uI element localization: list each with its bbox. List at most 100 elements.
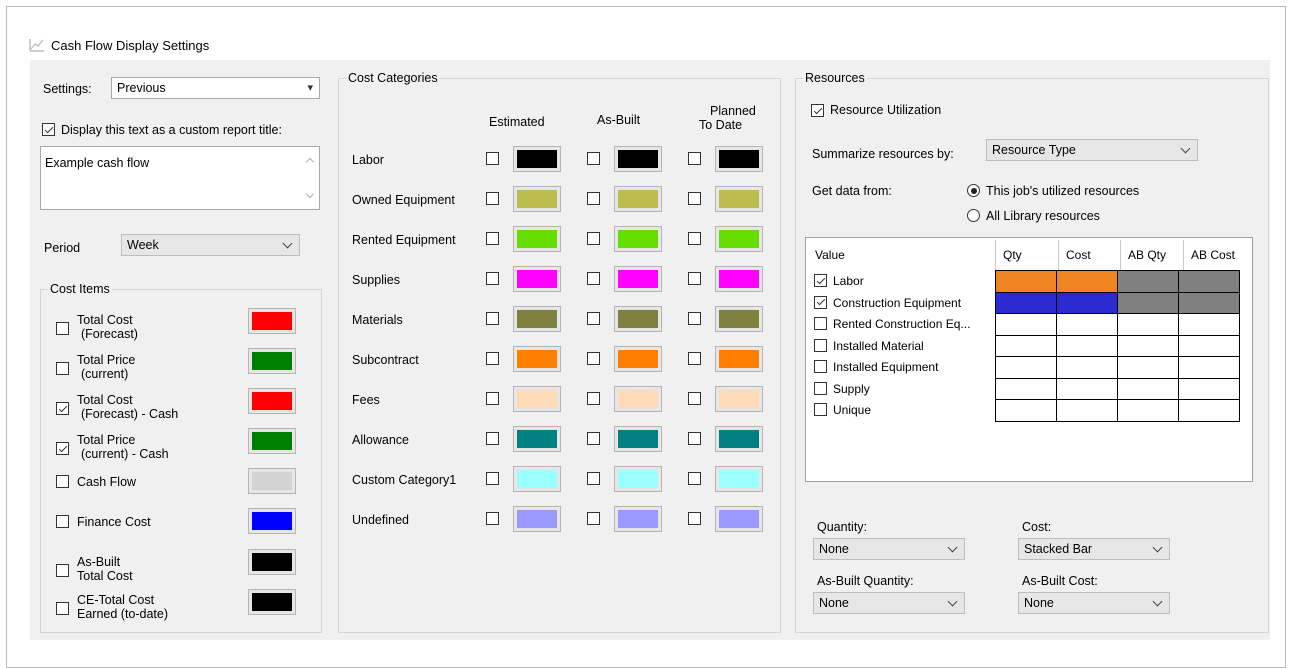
ab-quantity-dropdown[interactable]: None <box>813 592 965 614</box>
cost-item-color-swatch[interactable] <box>248 348 296 374</box>
resource-color-cell[interactable] <box>1056 377 1118 400</box>
category-color-swatch[interactable] <box>513 266 561 292</box>
resource-color-cell[interactable] <box>995 377 1057 400</box>
category-color-swatch[interactable] <box>614 466 662 492</box>
cost-item-checkbox[interactable] <box>56 402 69 415</box>
radio-job-resources[interactable] <box>967 184 980 197</box>
category-checkbox[interactable] <box>486 152 499 165</box>
resource-color-cell[interactable] <box>1117 334 1179 357</box>
category-color-swatch[interactable] <box>715 506 763 532</box>
resource-color-cell[interactable] <box>1178 291 1240 314</box>
category-color-swatch[interactable] <box>513 146 561 172</box>
resource-utilization-checkbox[interactable] <box>811 104 824 117</box>
resource-color-cell[interactable] <box>995 270 1057 293</box>
category-checkbox[interactable] <box>587 392 600 405</box>
category-color-swatch[interactable] <box>715 346 763 372</box>
summarize-dropdown[interactable]: Resource Type <box>986 139 1198 161</box>
category-checkbox[interactable] <box>688 272 701 285</box>
cost-item-checkbox[interactable] <box>56 564 69 577</box>
category-color-swatch[interactable] <box>614 386 662 412</box>
resource-row-checkbox[interactable] <box>814 338 827 352</box>
custom-title-textarea[interactable]: Example cash flow <box>40 146 320 210</box>
category-checkbox[interactable] <box>486 192 499 205</box>
resource-row-checkbox[interactable] <box>814 295 827 309</box>
resource-color-cell[interactable] <box>995 399 1057 422</box>
resource-color-cell[interactable] <box>1056 270 1118 293</box>
category-color-swatch[interactable] <box>513 386 561 412</box>
category-checkbox[interactable] <box>486 512 499 525</box>
cost-item-checkbox[interactable] <box>56 602 69 615</box>
category-checkbox[interactable] <box>587 272 600 285</box>
resource-color-cell[interactable] <box>1056 334 1118 357</box>
category-checkbox[interactable] <box>587 192 600 205</box>
resource-color-cell[interactable] <box>1056 313 1118 336</box>
cost-dropdown[interactable]: Stacked Bar <box>1018 538 1170 560</box>
category-color-swatch[interactable] <box>614 506 662 532</box>
resource-row-checkbox[interactable] <box>814 360 827 373</box>
category-checkbox[interactable] <box>587 512 600 525</box>
category-checkbox[interactable] <box>486 272 499 285</box>
custom-title-checkbox[interactable] <box>42 123 55 136</box>
category-color-swatch[interactable] <box>614 266 662 292</box>
resource-color-grid[interactable] <box>995 270 1240 422</box>
category-checkbox[interactable] <box>587 472 600 485</box>
cost-item-color-swatch[interactable] <box>248 308 296 334</box>
quantity-dropdown[interactable]: None <box>813 538 965 560</box>
cost-item-checkbox[interactable] <box>56 362 69 375</box>
category-checkbox[interactable] <box>688 512 701 525</box>
category-color-swatch[interactable] <box>513 186 561 212</box>
category-checkbox[interactable] <box>587 232 600 245</box>
resource-row-checkbox[interactable] <box>814 381 827 395</box>
category-checkbox[interactable] <box>688 192 701 205</box>
category-color-swatch[interactable] <box>715 226 763 252</box>
resource-color-cell[interactable] <box>1056 291 1118 314</box>
scroll-up-icon[interactable] <box>305 157 315 167</box>
cost-item-color-swatch[interactable] <box>248 428 296 454</box>
resource-color-cell[interactable] <box>1117 399 1179 422</box>
category-color-swatch[interactable] <box>715 466 763 492</box>
radio-library-resources[interactable] <box>967 209 980 222</box>
category-color-swatch[interactable] <box>614 226 662 252</box>
cost-item-checkbox[interactable] <box>56 475 69 488</box>
category-color-swatch[interactable] <box>715 426 763 452</box>
cost-item-color-swatch[interactable] <box>248 508 296 534</box>
resource-color-cell[interactable] <box>1056 399 1118 422</box>
category-checkbox[interactable] <box>688 472 701 485</box>
category-checkbox[interactable] <box>486 392 499 405</box>
category-color-swatch[interactable] <box>715 306 763 332</box>
category-checkbox[interactable] <box>587 152 600 165</box>
cost-item-checkbox[interactable] <box>56 322 69 335</box>
category-color-swatch[interactable] <box>715 386 763 412</box>
category-checkbox[interactable] <box>486 472 499 485</box>
category-color-swatch[interactable] <box>614 346 662 372</box>
resource-color-cell[interactable] <box>1178 334 1240 357</box>
category-checkbox[interactable] <box>486 312 499 325</box>
resource-color-cell[interactable] <box>995 291 1057 314</box>
resource-color-cell[interactable] <box>1056 356 1118 379</box>
category-checkbox[interactable] <box>688 432 701 445</box>
period-dropdown[interactable]: Week <box>121 234 300 256</box>
category-color-swatch[interactable] <box>513 306 561 332</box>
category-color-swatch[interactable] <box>513 346 561 372</box>
cost-item-checkbox[interactable] <box>56 515 69 528</box>
resource-color-cell[interactable] <box>995 334 1057 357</box>
category-color-swatch[interactable] <box>715 186 763 212</box>
resource-color-cell[interactable] <box>1178 356 1240 379</box>
category-checkbox[interactable] <box>688 392 701 405</box>
category-checkbox[interactable] <box>587 312 600 325</box>
category-checkbox[interactable] <box>486 232 499 245</box>
category-color-swatch[interactable] <box>614 426 662 452</box>
cost-item-color-swatch[interactable] <box>248 589 296 615</box>
category-color-swatch[interactable] <box>513 426 561 452</box>
ab-cost-dropdown[interactable]: None <box>1018 592 1170 614</box>
resource-color-cell[interactable] <box>1117 291 1179 314</box>
resource-color-cell[interactable] <box>1117 356 1179 379</box>
resource-color-cell[interactable] <box>995 313 1057 336</box>
category-checkbox[interactable] <box>688 312 701 325</box>
resource-color-cell[interactable] <box>995 356 1057 379</box>
category-checkbox[interactable] <box>688 232 701 245</box>
cost-item-color-swatch[interactable] <box>248 468 296 494</box>
resource-color-cell[interactable] <box>1117 313 1179 336</box>
category-checkbox[interactable] <box>486 352 499 365</box>
resource-row-checkbox[interactable] <box>814 403 827 416</box>
